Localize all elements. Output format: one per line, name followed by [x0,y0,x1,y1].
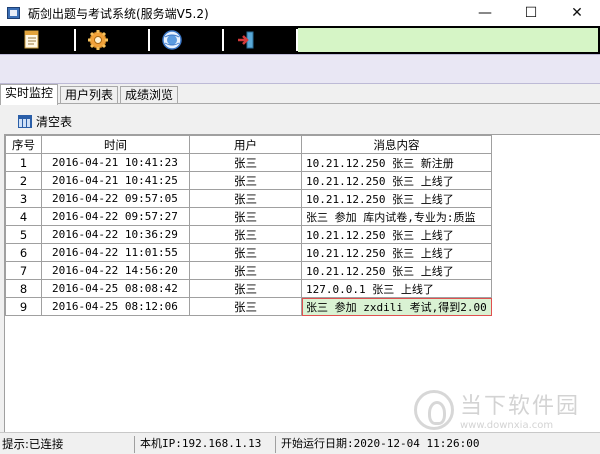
table-row[interactable]: 3 2016-04-22 09:57:05 张三 10.21.12.250 张三… [5,189,492,208]
column-header-message[interactable]: 消息内容 [301,135,492,154]
exit-door-icon [238,31,254,49]
cell-no: 6 [5,243,42,262]
cell-time: 2016-04-22 14:56:20 [41,261,190,280]
monitor-panel: 清空表 序号 时间 用户 消息内容 1 2016-04-21 10:41:23 … [0,104,600,432]
title-bar: 砺剑出题与考试系统(服务端V5.2) — ☐ ✕ [0,0,600,26]
status-divider [134,436,135,453]
cell-time: 2016-04-25 08:08:42 [41,279,190,298]
status-bar: 提示:已连接 本机IP:192.168.1.13 开始运行日期:2020-12-… [0,432,600,454]
cell-user: 张三 [189,189,302,208]
cell-message: 127.0.0.1 张三 上线了 [301,279,492,298]
table-row[interactable]: 6 2016-04-22 11:01:55 张三 10.21.12.250 张三… [5,243,492,262]
window-controls: — ☐ ✕ [462,0,600,26]
cell-message: 张三 参加 库内试卷,专业为:质监 [301,207,492,226]
cell-user: 张三 [189,279,302,298]
network-globe-icon [162,30,182,50]
cell-no: 3 [5,189,42,208]
table-row[interactable]: 1 2016-04-21 10:41:23 张三 10.21.12.250 张三… [5,153,492,172]
message-table: 序号 时间 用户 消息内容 1 2016-04-21 10:41:23 张三 1… [5,135,492,316]
cell-message: 10.21.12.250 张三 上线了 [301,171,492,190]
table-grid-icon [18,114,32,128]
tab-user-list[interactable]: 用户列表 [60,86,119,104]
table-header-row: 序号 时间 用户 消息内容 [5,135,492,154]
table-row[interactable]: 8 2016-04-25 08:08:42 张三 127.0.0.1 张三 上线… [5,279,492,298]
document-icon [24,30,39,49]
table-row-selected[interactable]: 9 2016-04-25 08:12:06 张三 张三 参加 zxdili 考试… [5,297,492,316]
clear-table-label: 清空表 [36,114,73,129]
tab-score-browse[interactable]: 成绩浏览 [120,86,179,104]
cell-user: 张三 [189,297,302,316]
toolbar-band [0,54,600,84]
cell-time: 2016-04-22 09:57:05 [41,189,190,208]
cell-time: 2016-04-21 10:41:25 [41,171,190,190]
site-watermark: 当下软件园 www.downxia.com [413,388,580,431]
status-connection: 提示:已连接 [2,437,64,451]
cell-no: 2 [5,171,42,190]
cell-message: 10.21.12.250 张三 上线了 [301,261,492,280]
cell-time: 2016-04-25 08:12:06 [41,297,190,316]
cell-no: 7 [5,261,42,280]
toolbar-button-exit[interactable] [214,28,278,52]
cell-message: 10.21.12.250 张三 上线了 [301,225,492,244]
cell-message: 10.21.12.250 张三 新注册 [301,153,492,172]
toolbar-accent-area [298,28,598,52]
cell-user: 张三 [189,225,302,244]
cell-user: 张三 [189,261,302,280]
table-row[interactable]: 5 2016-04-22 10:36:29 张三 10.21.12.250 张三… [5,225,492,244]
cell-no: 1 [5,153,42,172]
cell-time: 2016-04-22 10:36:29 [41,225,190,244]
watermark-url: www.downxia.com [459,420,554,431]
column-header-user[interactable]: 用户 [189,135,302,154]
clear-table-button[interactable]: 清空表 [18,112,72,130]
status-divider [275,436,276,453]
watermark-logo-icon [413,389,454,430]
column-header-time[interactable]: 时间 [41,135,190,154]
tab-strip: 实时监控 用户列表 成绩浏览 [0,84,600,105]
status-start-time: 开始运行日期:2020-12-04 11:26:00 [281,437,480,450]
toolbar-button-settings[interactable] [66,28,130,52]
cell-message: 10.21.12.250 张三 上线了 [301,243,492,262]
cell-no: 5 [5,225,42,244]
toolbar [0,26,600,54]
cell-user: 张三 [189,153,302,172]
toolbar-button-network[interactable] [140,28,204,52]
toolbar-button-document[interactable] [0,28,64,52]
cell-message: 10.21.12.250 张三 上线了 [301,189,492,208]
cell-no: 8 [5,279,42,298]
minimize-button[interactable]: — [462,0,508,26]
close-button[interactable]: ✕ [554,0,600,26]
table-row[interactable]: 4 2016-04-22 09:57:27 张三 张三 参加 库内试卷,专业为:… [5,207,492,226]
cell-user: 张三 [189,207,302,226]
cell-no: 9 [5,297,42,316]
cell-message-selected[interactable]: 张三 参加 zxdili 考试,得到2.00 [301,297,492,316]
maximize-button[interactable]: ☐ [508,0,554,26]
table-row[interactable]: 2 2016-04-21 10:41:25 张三 10.21.12.250 张三… [5,171,492,190]
table-row[interactable]: 7 2016-04-22 14:56:20 张三 10.21.12.250 张三… [5,261,492,280]
window-title: 砺剑出题与考试系统(服务端V5.2) [28,6,209,21]
gear-icon [88,30,108,50]
cell-user: 张三 [189,243,302,262]
cell-user: 张三 [189,171,302,190]
cell-time: 2016-04-22 11:01:55 [41,243,190,262]
cell-time: 2016-04-21 10:41:23 [41,153,190,172]
cell-time: 2016-04-22 09:57:27 [41,207,190,226]
status-local-ip: 本机IP:192.168.1.13 [140,437,262,450]
app-window-icon [6,5,22,21]
tab-realtime-monitor[interactable]: 实时监控 [0,84,59,105]
column-header-no[interactable]: 序号 [5,135,42,154]
cell-no: 4 [5,207,42,226]
watermark-text: 当下软件园 [459,394,580,419]
